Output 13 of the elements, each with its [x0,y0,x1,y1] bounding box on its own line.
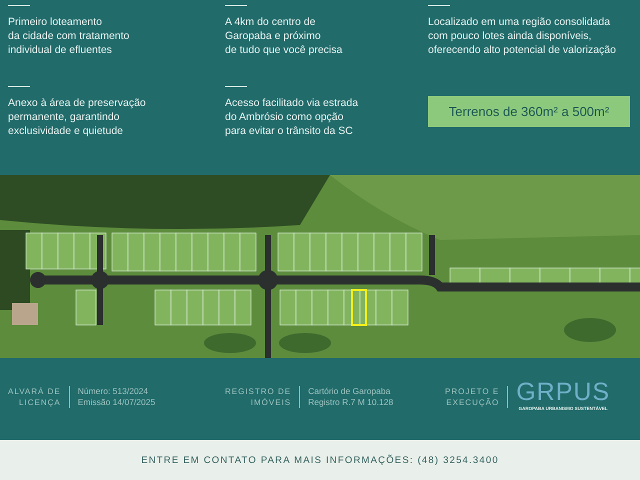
company-logo: GRPUS [516,378,610,406]
info-value: Cartório de Garopaba Registro R.7 M 10.128 [308,386,394,408]
feature-text: A 4km do centro de Garopaba e próximo de tudo que você precisa [225,15,344,57]
info-label: REGISTRO DE IMÓVEIS [225,386,292,408]
feature-text: Acesso facilitado via estrada do Ambrósio como opção para evitar o trânsito da SC [225,96,360,138]
feature-text: Anexo à área de preservação permanente, garantindo exclusividade e quietude [8,96,147,138]
info-value: Número: 513/2024 Emissão 14/07/2025 [78,386,156,408]
lot-size-banner: Terrenos de 360m² a 500m² [428,96,630,127]
contact-text: ENTRE EM CONTATO PARA MAIS INFORMAÇÕES: (48) 3254.3400 [141,454,499,466]
feature-text: Localizado em uma região consolidada com pouco lotes ainda disponíveis, oferecendo alto potencial de valorização [428,15,617,57]
info-label: ALVARÁ DE LICENÇA [8,386,61,408]
feature-text: Primeiro loteamento da cidade com tratamento individual de efluentes [8,15,130,57]
info-label: PROJETO E EXECUÇÃO [445,386,500,408]
